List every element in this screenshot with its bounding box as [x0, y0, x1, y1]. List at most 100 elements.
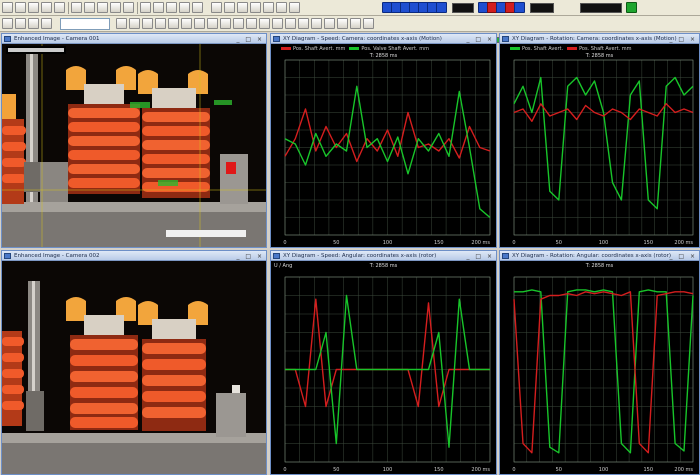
x-tick-label: 200 ms — [674, 240, 693, 246]
last-frame-icon[interactable] — [276, 2, 287, 13]
tool-icon[interactable] — [116, 18, 127, 29]
window-title: XY Diagram - Speed: Angular: coordinates… — [283, 253, 437, 259]
window-icon — [4, 36, 11, 42]
graph-area[interactable]: 0 50 100 150 200 ms T: 2858 ms U / Ang — [271, 261, 496, 474]
legend-swatch — [349, 47, 360, 50]
cursor-icon[interactable] — [140, 2, 151, 13]
tool-icon[interactable] — [28, 18, 39, 29]
undo-icon[interactable] — [97, 2, 108, 13]
view-combo[interactable] — [60, 18, 110, 30]
window-controls[interactable]: _ □ × — [466, 252, 494, 260]
tool-icon[interactable] — [285, 18, 296, 29]
tool-icon[interactable] — [298, 18, 309, 29]
chart-heading: T: 2858 ms — [369, 263, 398, 269]
window-titlebar[interactable]: Enhanced Image - Camera 001 _ □ × — [2, 34, 266, 44]
window-controls[interactable]: _ □ × — [669, 35, 697, 43]
tool-icon[interactable] — [15, 18, 26, 29]
tool-icon[interactable] — [246, 18, 257, 29]
window-titlebar[interactable]: XY Diagram - Speed: Camera: coordinates … — [271, 34, 496, 44]
level-meter — [580, 3, 622, 13]
window-controls[interactable]: _ □ × — [466, 35, 494, 43]
window-controls[interactable]: _ □ × — [236, 35, 264, 43]
time-display — [530, 3, 554, 13]
legend-swatch — [567, 47, 578, 50]
x-tick-label: 50 — [556, 240, 562, 246]
graph-area[interactable]: 0 50 100 150 200 ms Pos. Shaft Avert. mm Pos. … — [271, 44, 496, 247]
tool-icon[interactable] — [259, 18, 270, 29]
window-controls[interactable]: _ □ × — [669, 252, 697, 260]
window-controls[interactable]: _ □ × — [236, 252, 264, 260]
cut-icon[interactable] — [54, 2, 65, 13]
graph-area[interactable]: 0 50 100 150 200 ms T: 2858 ms — [500, 261, 699, 474]
tool-icon[interactable] — [129, 18, 140, 29]
new-icon[interactable] — [2, 2, 13, 13]
camera-view[interactable] — [2, 261, 266, 474]
graph-window-rotation-camera[interactable]: XY Diagram - Rotation: Camera: coordinat… — [499, 33, 700, 248]
x-tick-label: 50 — [556, 467, 562, 473]
tool-icon[interactable] — [233, 18, 244, 29]
x-tick-label: 150 — [434, 467, 444, 473]
play-reverse-icon[interactable] — [237, 2, 248, 13]
camera-view[interactable] — [2, 44, 266, 247]
marker-icon[interactable] — [514, 2, 525, 13]
tool-icon[interactable] — [194, 18, 205, 29]
save-icon[interactable] — [28, 2, 39, 13]
measure-icon[interactable] — [153, 2, 164, 13]
tool-icon[interactable] — [2, 18, 13, 29]
tool-icon[interactable] — [181, 18, 192, 29]
y-axis-label: U / Ang — [274, 263, 293, 269]
tool-icon[interactable] — [311, 18, 322, 29]
legend-label: Pos. Shaft Avert. — [522, 46, 564, 52]
paste-icon[interactable] — [84, 2, 95, 13]
camera-window-bottom[interactable]: Enhanced Image - Camera 002 _ □ × — [1, 250, 267, 475]
window-title: Enhanced Image - Camera 001 — [14, 36, 100, 42]
prev-frame-icon[interactable] — [224, 2, 235, 13]
tool-icon[interactable] — [350, 18, 361, 29]
zoom-icon[interactable] — [123, 2, 134, 13]
x-tick-label: 200 ms — [471, 240, 490, 246]
window-titlebar[interactable]: XY Diagram - Speed: Angular: coordinates… — [271, 251, 496, 261]
tool-icon[interactable] — [272, 18, 283, 29]
go-icon[interactable] — [626, 2, 637, 13]
x-tick-label: 50 — [333, 467, 339, 473]
tool-icon[interactable] — [324, 18, 335, 29]
tool-icon[interactable] — [220, 18, 231, 29]
tool-icon[interactable] — [337, 18, 348, 29]
graph-window-rotation-angular[interactable]: XY Diagram - Rotation: Angular: coordina… — [499, 250, 700, 475]
window-titlebar[interactable]: XY Diagram - Rotation: Angular: coordina… — [500, 251, 699, 261]
x-tick-label: 0 — [283, 467, 286, 473]
open-icon[interactable] — [15, 2, 26, 13]
graph-window-speed-angular[interactable]: XY Diagram - Speed: Angular: coordinates… — [270, 250, 497, 475]
print-icon[interactable] — [41, 2, 52, 13]
legend-label: Pos. Shaft Avert. mm — [579, 46, 632, 52]
playback-control-icon[interactable] — [436, 2, 447, 13]
first-frame-icon[interactable] — [211, 2, 222, 13]
legend-swatch — [510, 47, 520, 50]
graph-window-speed-camera[interactable]: XY Diagram - Speed: Camera: coordinates … — [270, 33, 497, 248]
redo-icon[interactable] — [110, 2, 121, 13]
copy-icon[interactable] — [71, 2, 82, 13]
x-tick-label: 100 — [383, 240, 393, 246]
play-icon[interactable] — [250, 2, 261, 13]
tool-icon[interactable] — [155, 18, 166, 29]
window-title: XY Diagram - Rotation: Camera: coordinat… — [512, 36, 677, 42]
x-tick-label: 100 — [599, 467, 609, 473]
play-icon[interactable] — [179, 2, 190, 13]
window-icon — [502, 36, 509, 42]
stop-icon[interactable] — [192, 2, 203, 13]
legend-label: Pos. Shaft Avert. mm — [293, 46, 346, 52]
next-frame-icon[interactable] — [263, 2, 274, 13]
window-titlebar[interactable]: Enhanced Image - Camera 002 _ □ × — [2, 251, 266, 261]
tool-icon[interactable] — [41, 18, 52, 29]
loop-icon[interactable] — [289, 2, 300, 13]
graph-area[interactable]: 0 50 100 150 200 ms Pos. Shaft Avert. Pos. Sha… — [500, 44, 699, 247]
tool-icon[interactable] — [207, 18, 218, 29]
window-titlebar[interactable]: XY Diagram - Rotation: Camera: coordinat… — [500, 34, 699, 44]
tool-icon[interactable] — [363, 18, 374, 29]
camera-window-top[interactable]: Enhanced Image - Camera 001 _ □ × — [1, 33, 267, 248]
tool-icon[interactable] — [142, 18, 153, 29]
x-tick-label: 100 — [383, 467, 393, 473]
record-icon[interactable] — [166, 2, 177, 13]
legend-swatch — [281, 47, 291, 50]
tool-icon[interactable] — [168, 18, 179, 29]
